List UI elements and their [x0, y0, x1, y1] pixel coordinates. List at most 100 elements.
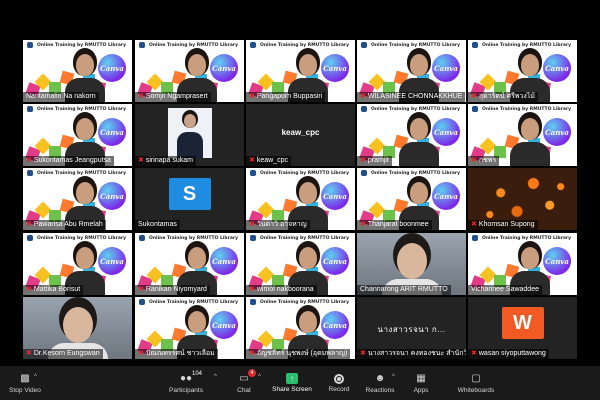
video-camera-icon: ▩ [20, 373, 30, 384]
participant-name: sirinapa sukam [145, 157, 193, 164]
stop-video-button[interactable]: ▩ Stop Video [8, 366, 42, 400]
canva-logo: Canva [98, 54, 126, 82]
participant-tile[interactable]: Online Training by RMUTTO Library Canva ✖ ก… [468, 104, 577, 166]
profile-photo [167, 108, 212, 158]
chat-options-caret-icon[interactable]: ^ [258, 374, 261, 380]
participant-name-label: ✖ keaw_cpc [246, 156, 292, 166]
record-button[interactable]: Record [326, 366, 352, 400]
participant-tile[interactable]: Online Training by RMUTTO Library Canva ✖ ส… [468, 40, 577, 102]
participant-tile[interactable]: ✖ Dr.Kesorn Eungswan [23, 297, 132, 359]
canva-logo: Canva [210, 54, 238, 82]
canva-logo: Canva [98, 118, 126, 146]
slide-header: Online Training by RMUTTO Library [139, 42, 240, 48]
library-logo-icon [250, 42, 256, 48]
slide-header-text: Online Training by RMUTTO Library [371, 106, 461, 112]
participant-name: wimol nakboorana [256, 286, 314, 293]
participant-tile[interactable]: Online Training by RMUTTO Library Canva Vi… [468, 233, 577, 295]
record-icon [334, 373, 344, 384]
participant-tile[interactable]: W ✖ wasan siyoputtawong [468, 297, 577, 359]
slide-header: Online Training by RMUTTO Library [361, 42, 462, 48]
share-screen-button[interactable]: ↑ Share Screen [272, 366, 312, 400]
participant-tile[interactable]: Online Training by RMUTTO Library Canva ✖ P… [23, 168, 132, 230]
slide-header-text: Online Training by RMUTTO Library [260, 235, 350, 241]
reactions-button[interactable]: ☻ Reactions [364, 366, 396, 400]
participant-name-label: ✖ Pangaporn Buppasiri [246, 92, 326, 102]
participant-tile[interactable]: Online Training by RMUTTO Library Canva Na… [23, 40, 132, 102]
participant-name: Channarong ARIT RMUTTO [360, 286, 448, 293]
muted-mic-icon: ✖ [249, 286, 255, 293]
apps-label: Apps [413, 386, 429, 394]
participant-tile[interactable]: ✖ Khomsan Supong [468, 168, 577, 230]
participant-tile[interactable]: Online Training by RMUTTO Library Canva ✖ p… [357, 104, 466, 166]
apps-button[interactable]: ▦ Apps [410, 366, 432, 400]
slide-header-text: Online Training by RMUTTO Library [37, 42, 127, 48]
canva-logo: Canva [543, 247, 571, 275]
library-logo-icon [139, 235, 145, 241]
participant-tile[interactable]: Online Training by RMUTTO Library Canva ✖ w… [246, 233, 355, 295]
participant-name-label: Sukontamas [135, 220, 180, 230]
participant-name-label: ✖นางสาวรจนา คงทองชนะ สำนักวิทยบริการฯ [357, 349, 466, 359]
library-logo-icon [27, 42, 33, 48]
canva-logo: Canva [321, 247, 349, 275]
participant-tile[interactable]: Online Training by RMUTTO Library Canva ✖ T… [357, 168, 466, 230]
participants-button[interactable]: ●● 104 Participants [166, 366, 206, 400]
participant-name-label: ✖ อัญชลีทร์ นุชพงษ์ (อุดมพลาญ) [246, 349, 351, 359]
participant-name: pramjit [367, 157, 389, 164]
participant-name-label: ✖ pramjit [357, 156, 392, 166]
library-logo-icon [361, 170, 367, 176]
muted-mic-icon: ✖ [249, 157, 255, 164]
slide-header: Online Training by RMUTTO Library [27, 42, 128, 48]
participant-name-label: ✖ Ranikan Niyomyard [135, 285, 210, 295]
participant-name: Sukontamas Jeangputsa [33, 157, 111, 164]
participant-name-label: ✖ WILASINEE CHONNAKKHUE [357, 92, 466, 102]
participant-tile[interactable]: keaw_cpc ✖ keaw_cpc [246, 104, 355, 166]
muted-mic-icon: ✖ [249, 221, 255, 228]
participant-name: keaw_cpc [256, 157, 289, 164]
library-logo-icon [139, 42, 145, 48]
library-logo-icon [361, 42, 367, 48]
participant-tile[interactable]: นางสาวรจนา ก... ✖ นางสาวรจนา คงทองชนะ สำนั… [357, 297, 466, 359]
video-options-caret-icon[interactable]: ^ [34, 374, 37, 380]
participant-tile[interactable]: Online Training by RMUTTO Library Canva ✖ R… [135, 233, 244, 295]
participant-tile[interactable]: Online Training by RMUTTO Library Canva ✖ P… [246, 40, 355, 102]
slide-header-text: Online Training by RMUTTO Library [371, 170, 461, 176]
chat-unread-badge: 4 [248, 368, 256, 377]
participants-options-caret-icon[interactable]: ^ [214, 374, 217, 380]
muted-mic-icon: ✖ [26, 350, 32, 357]
library-logo-icon [250, 170, 256, 176]
stop-video-label: Stop Video [9, 386, 41, 394]
participant-display-name: นางสาวรจนา ก... [377, 325, 446, 334]
canva-logo: Canva [321, 54, 349, 82]
participant-tile[interactable]: Online Training by RMUTTO Library Canva ✖ W… [357, 40, 466, 102]
muted-mic-icon: ✖ [360, 221, 366, 228]
slide-header-text: Online Training by RMUTTO Library [260, 170, 350, 176]
participant-tile[interactable]: Channarong ARIT RMUTTO [357, 233, 466, 295]
slide-header-text: Online Training by RMUTTO Library [37, 170, 127, 176]
participant-tile[interactable]: Online Training by RMUTTO Library Canva ✖ M… [23, 233, 132, 295]
participant-tile[interactable]: Online Training by RMUTTO Library Canva ✖ ว… [246, 168, 355, 230]
participant-tile[interactable]: Online Training by RMUTTO Library Canva ✖ S… [23, 104, 132, 166]
muted-mic-icon: ✖ [471, 93, 477, 100]
library-logo-icon [472, 42, 478, 48]
participant-name-label: ✖ Thanjarat boonmee [357, 220, 432, 230]
slide-header: Online Training by RMUTTO Library [250, 42, 351, 48]
slide-header-text: Online Training by RMUTTO Library [482, 106, 572, 112]
slide-header-text: Online Training by RMUTTO Library [149, 299, 239, 305]
muted-mic-icon: ✖ [360, 350, 366, 357]
chat-button[interactable]: ▭ 4 Chat [232, 366, 256, 400]
video-grid: Online Training by RMUTTO Library Canva Na… [0, 0, 600, 366]
slide-header-text: Online Training by RMUTTO Library [149, 235, 239, 241]
participant-name: wasan siyoputtawong [478, 350, 546, 357]
participant-tile[interactable]: Online Training by RMUTTO Library Canva ✖ อ… [246, 297, 355, 359]
participant-name-label: ✖ กชพร [468, 156, 500, 166]
participants-label: Participants [169, 386, 203, 394]
slide-header: Online Training by RMUTTO Library [139, 235, 240, 241]
participant-tile[interactable]: Online Training by RMUTTO Library Canva ✖ ป… [135, 297, 244, 359]
participant-name: ปัณณทรรศน์ ชาวเลือม [145, 350, 215, 357]
reactions-options-caret-icon[interactable]: ^ [392, 374, 395, 380]
whiteboards-button[interactable]: ▢ Whiteboards [454, 366, 498, 400]
participant-name-label: ✖ Dr.Kesorn Eungswan [23, 349, 103, 359]
participant-tile[interactable]: ✖ sirinapa sukam [135, 104, 244, 166]
participant-tile[interactable]: S Sukontamas [135, 168, 244, 230]
participant-tile[interactable]: Online Training by RMUTTO Library Canva ✖ S… [135, 40, 244, 102]
